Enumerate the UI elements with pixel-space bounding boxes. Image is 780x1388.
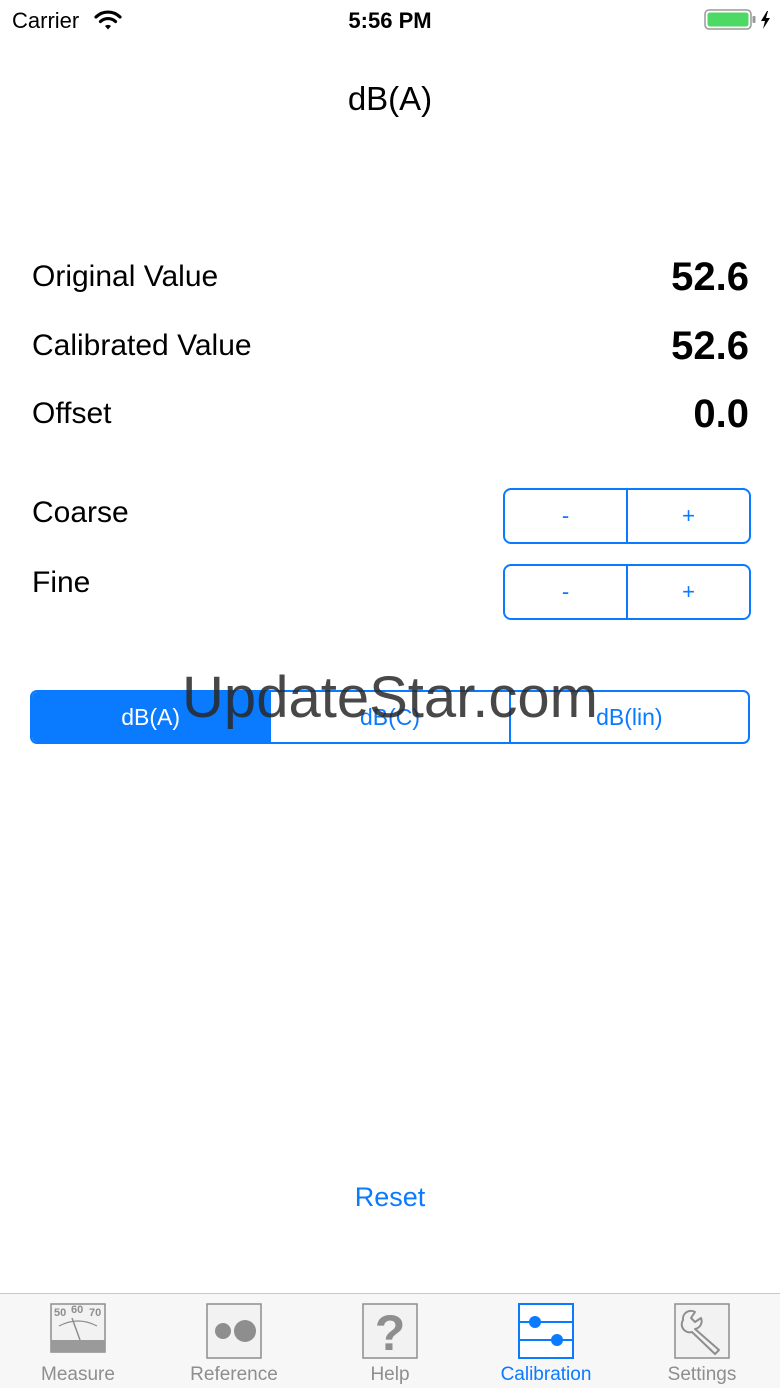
page-title: dB(A) xyxy=(347,80,433,117)
meter-icon: 50 60 70 xyxy=(49,1302,107,1360)
reference-dots-icon xyxy=(205,1302,263,1360)
reset-button[interactable]: Reset xyxy=(0,1182,780,1213)
tab-label-settings: Settings xyxy=(667,1364,737,1385)
status-bar: Carrier 5:56 PM xyxy=(0,0,780,40)
calibrated-value: 52.6 xyxy=(671,324,749,368)
wrench-icon xyxy=(673,1302,731,1360)
tab-help[interactable]: ? Help xyxy=(312,1294,468,1388)
meter-scale-60: 60 xyxy=(71,1304,83,1316)
fine-increment-button[interactable]: + xyxy=(626,566,749,618)
meter-scale-70: 70 xyxy=(89,1307,101,1319)
fine-label: Fine xyxy=(32,566,91,599)
tab-settings[interactable]: Settings xyxy=(624,1294,780,1388)
tab-label-help: Help xyxy=(370,1364,410,1385)
fine-stepper: - + xyxy=(503,564,751,620)
coarse-stepper: - + xyxy=(503,488,751,544)
sliders-icon xyxy=(517,1302,575,1360)
tab-bar: 50 60 70 Measure Reference ? Help Calibr… xyxy=(0,1293,780,1388)
tab-label-reference: Reference xyxy=(190,1364,278,1385)
help-glyph: ? xyxy=(375,1305,406,1360)
status-time: 5:56 PM xyxy=(348,8,432,33)
tab-measure[interactable]: 50 60 70 Measure xyxy=(0,1294,156,1388)
coarse-decrement-button[interactable]: - xyxy=(505,490,626,542)
original-value-label: Original Value xyxy=(32,260,219,293)
original-value: 52.6 xyxy=(671,255,749,299)
coarse-increment-button[interactable]: + xyxy=(626,490,749,542)
tab-label-calibration: Calibration xyxy=(500,1364,592,1385)
weighting-segmented-control: dB(A) dB(C) dB(lin) xyxy=(30,690,750,744)
segment-dba[interactable]: dB(A) xyxy=(32,692,270,742)
tab-reference[interactable]: Reference xyxy=(156,1294,312,1388)
fine-decrement-button[interactable]: - xyxy=(505,566,626,618)
coarse-label: Coarse xyxy=(32,496,129,529)
calibrated-value-label: Calibrated Value xyxy=(32,329,252,362)
tab-label-measure: Measure xyxy=(41,1364,115,1385)
tab-calibration[interactable]: Calibration xyxy=(468,1294,624,1388)
offset-value: 0.0 xyxy=(693,392,749,436)
question-icon: ? xyxy=(361,1302,419,1361)
segment-dbc[interactable]: dB(C) xyxy=(269,692,508,742)
meter-scale-50: 50 xyxy=(54,1307,66,1319)
battery-icon xyxy=(704,9,774,36)
offset-label: Offset xyxy=(32,397,112,430)
segment-dblin[interactable]: dB(lin) xyxy=(508,692,748,742)
